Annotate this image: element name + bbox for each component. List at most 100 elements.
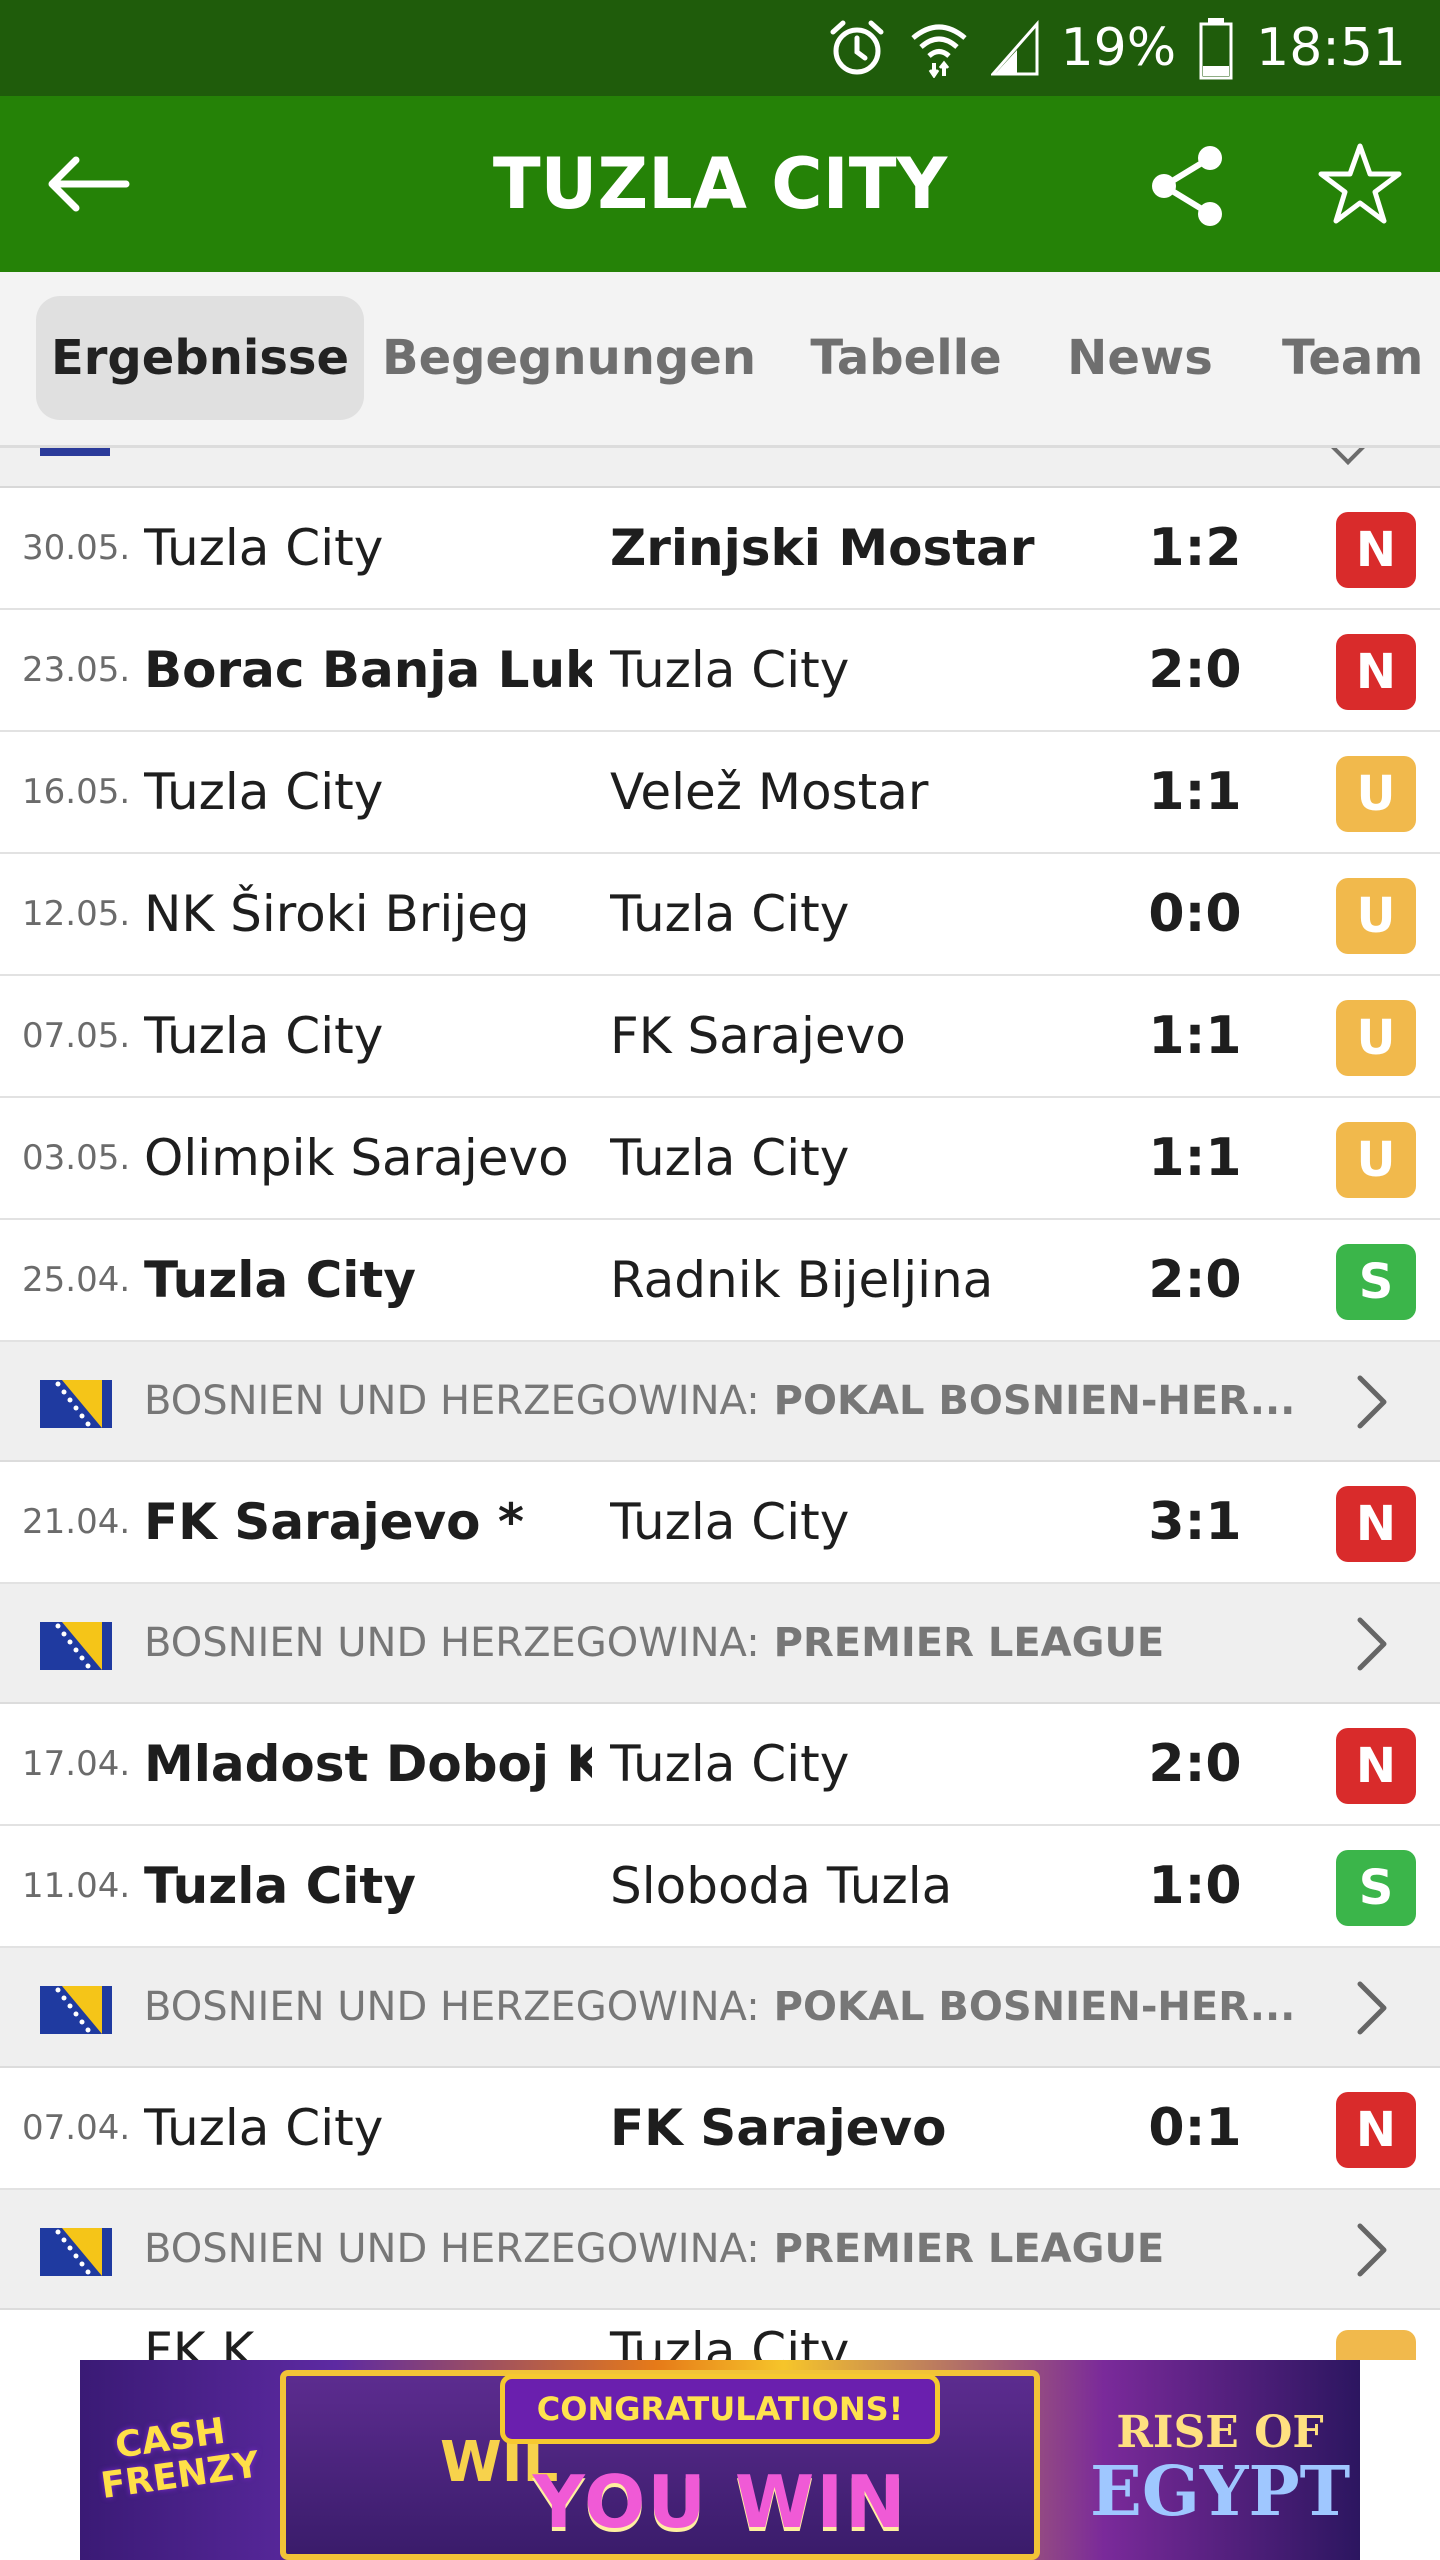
league-country: BOSNIEN UND HERZEGOWINA: — [144, 2226, 760, 2272]
away-team: Tuzla City — [610, 1735, 850, 1793]
match-row[interactable]: 11.04. Tuzla City Sloboda Tuzla 1:0 S — [0, 1826, 1440, 1948]
away-team: Zrinjski Mostar — [610, 519, 1035, 577]
app-bar: TUZLA CITY — [0, 96, 1440, 272]
match-score: 1:2 — [1148, 518, 1242, 578]
match-date: 17.04. — [22, 1744, 131, 1784]
match-row[interactable]: 12.05. NK Široki Brijeg Tuzla City 0:0 U — [0, 854, 1440, 976]
match-date: 25.04. — [22, 1260, 131, 1300]
league-competition: PREMIER LEAGUE — [773, 2226, 1165, 2272]
ad-right-logo-bottom: EGYPT — [1090, 2452, 1351, 2532]
signal-icon — [990, 18, 1039, 78]
home-team: FK K — [144, 2322, 255, 2360]
home-team: NK Široki Brijeg — [144, 885, 530, 943]
result-badge: U — [1336, 1122, 1416, 1198]
result-badge: N — [1336, 2092, 1416, 2168]
home-team: Tuzla City — [144, 519, 384, 577]
league-header[interactable]: BOSNIEN UND HERZEGOWINA: PREMIER LEAGUE — [0, 1584, 1440, 1704]
chevron-right-icon — [1336, 1608, 1408, 1680]
home-team: Tuzla City — [144, 1007, 384, 1065]
chevron-right-icon — [1336, 1972, 1408, 2044]
match-row[interactable]: 07.05. Tuzla City FK Sarajevo 1:1 U — [0, 976, 1440, 1098]
match-date: 23.05. — [22, 650, 131, 690]
match-row[interactable]: 21.04. FK Sarajevo * Tuzla City 3:1 N — [0, 1462, 1440, 1584]
bosnia-flag-icon — [40, 1380, 112, 1428]
league-header[interactable]: BOSNIEN UND HERZEGOWINA: POKAL BOSNIEN-H… — [0, 1342, 1440, 1462]
home-team: Tuzla City — [144, 1251, 416, 1309]
favorite-star-icon[interactable] — [1312, 136, 1408, 232]
tab-ergebnisse[interactable]: Ergebnisse — [36, 296, 364, 420]
away-team: Tuzla City — [610, 1493, 850, 1551]
away-team: FK Sarajevo — [610, 2099, 947, 2157]
league-header-partial[interactable] — [0, 448, 1440, 488]
match-date: 07.05. — [22, 1016, 131, 1056]
match-date: 12.05. — [22, 894, 131, 934]
match-row-partial[interactable]: FK K Tuzla City — [0, 2316, 1440, 2360]
home-team: Tuzla City — [144, 763, 384, 821]
home-team: Tuzla City — [144, 2099, 384, 2157]
league-header[interactable]: BOSNIEN UND HERZEGOWINA: POKAL BOSNIEN-H… — [0, 1948, 1440, 2068]
match-score: 1:1 — [1148, 762, 1242, 822]
away-team: Tuzla City — [610, 885, 850, 943]
result-badge: N — [1336, 634, 1416, 710]
match-row[interactable]: 07.04. Tuzla City FK Sarajevo 0:1 N — [0, 2068, 1440, 2190]
away-team: Velež Mostar — [610, 763, 929, 821]
ad-headline: CONGRATULATIONS! — [500, 2374, 940, 2444]
away-team: Sloboda Tuzla — [610, 1857, 953, 1915]
match-score: 0:0 — [1148, 884, 1242, 944]
match-score: 3:1 — [1148, 1492, 1242, 1552]
match-score: 1:1 — [1148, 1006, 1242, 1066]
tab-news[interactable]: News — [1060, 296, 1220, 420]
league-competition: PREMIER LEAGUE — [773, 1620, 1165, 1666]
tab-team[interactable]: Team — [1270, 296, 1440, 420]
match-row[interactable]: 16.05. Tuzla City Velež Mostar 1:1 U — [0, 732, 1440, 854]
result-badge: U — [1336, 1000, 1416, 1076]
result-badge: N — [1336, 1728, 1416, 1804]
away-team: FK Sarajevo — [610, 1007, 906, 1065]
league-country: BOSNIEN UND HERZEGOWINA: — [144, 1378, 760, 1424]
home-team: Olimpik Sarajevo — [144, 1129, 569, 1187]
match-date: 21.04. — [22, 1502, 131, 1542]
result-badge — [1336, 2330, 1416, 2360]
result-badge: U — [1336, 756, 1416, 832]
bosnia-flag-icon — [40, 1986, 112, 2034]
result-badge: S — [1336, 1244, 1416, 1320]
battery-icon — [1198, 16, 1234, 80]
status-bar: 19% 18:51 — [0, 0, 1440, 96]
league-competition: POKAL BOSNIEN-HER... — [773, 1984, 1296, 2030]
chevron-right-icon — [1336, 1366, 1408, 1438]
league-country: BOSNIEN UND HERZEGOWINA: — [144, 1620, 760, 1666]
share-icon[interactable] — [1140, 138, 1236, 234]
match-score: 2:0 — [1148, 1250, 1242, 1310]
match-row[interactable]: 23.05. Borac Banja Luka Tuzla City 2:0 N — [0, 610, 1440, 732]
chevron-down-icon — [1331, 448, 1365, 465]
match-row[interactable]: 30.05. Tuzla City Zrinjski Mostar 1:2 N — [0, 488, 1440, 610]
home-team: FK Sarajevo * — [144, 1493, 525, 1551]
ad-left-logo: CASH FRENZY — [98, 2410, 262, 2508]
home-team: Tuzla City — [144, 1857, 416, 1915]
tab-tabelle[interactable]: Tabelle — [796, 296, 1016, 420]
away-team: Radnik Bijeljina — [610, 1251, 994, 1309]
tab-begegnungen[interactable]: Begegnungen — [382, 296, 756, 420]
wifi-icon — [909, 18, 969, 78]
chevron-right-icon — [1336, 2214, 1408, 2286]
match-score: 2:0 — [1148, 1734, 1242, 1794]
match-row[interactable]: 03.05. Olimpik Sarajevo Tuzla City 1:1 U — [0, 1098, 1440, 1220]
result-badge: N — [1336, 512, 1416, 588]
match-date: 07.04. — [22, 2108, 131, 2148]
result-badge: U — [1336, 878, 1416, 954]
away-team: Tuzla City — [610, 641, 850, 699]
home-team: Mladost Doboj K... — [144, 1735, 592, 1793]
ad-banner[interactable]: CASH FRENZY WIL CONGRATULATIONS! YOU WIN… — [80, 2360, 1360, 2560]
match-date: 11.04. — [22, 1866, 131, 1906]
home-team: Borac Banja Luka — [144, 641, 592, 699]
alarm-icon — [827, 18, 887, 78]
ad-area: CASH FRENZY WIL CONGRATULATIONS! YOU WIN… — [0, 2360, 1440, 2560]
match-date: 03.05. — [22, 1138, 131, 1178]
league-header[interactable]: BOSNIEN UND HERZEGOWINA: PREMIER LEAGUE — [0, 2190, 1440, 2310]
match-score: 0:1 — [1148, 2098, 1242, 2158]
ad-subline: YOU WIN — [532, 2460, 908, 2544]
match-score: 2:0 — [1148, 640, 1242, 700]
away-team: Tuzla City — [610, 2322, 850, 2360]
match-row[interactable]: 25.04. Tuzla City Radnik Bijeljina 2:0 S — [0, 1220, 1440, 1342]
match-row[interactable]: 17.04. Mladost Doboj K... Tuzla City 2:0… — [0, 1704, 1440, 1826]
